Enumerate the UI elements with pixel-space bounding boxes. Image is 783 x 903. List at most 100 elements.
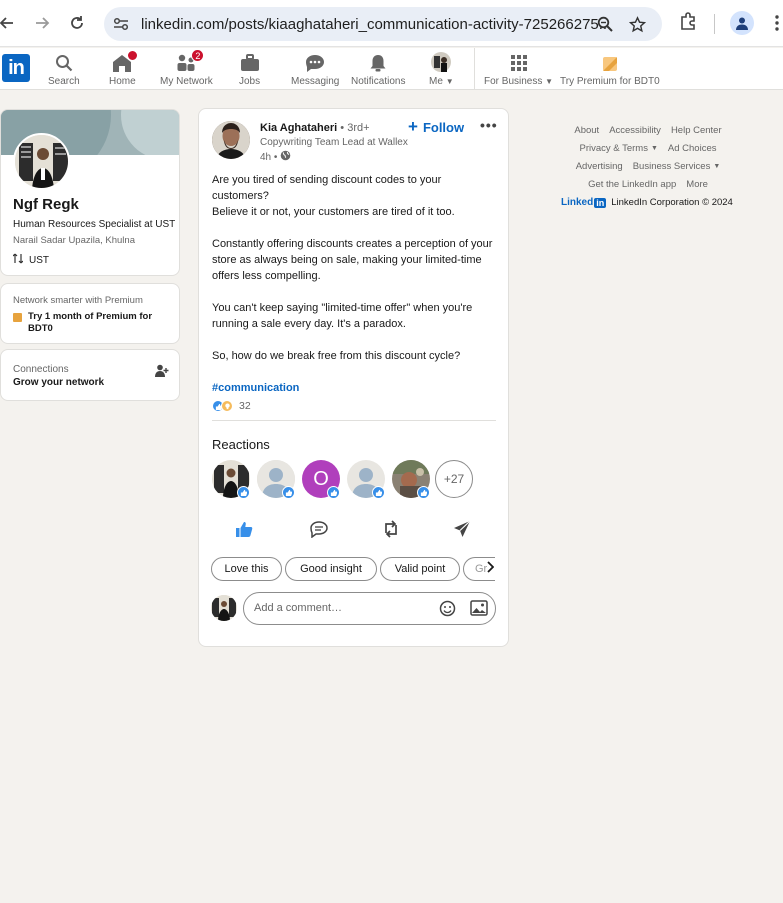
zoom-icon[interactable] (595, 14, 615, 34)
add-person-icon[interactable] (155, 364, 169, 383)
me-label: Me (429, 76, 443, 87)
chevron-right-icon[interactable] (487, 561, 495, 576)
footer-link-accessibility[interactable]: Accessibility (609, 125, 661, 136)
profile-icon[interactable] (730, 11, 754, 35)
footer-link-ad-choices[interactable]: Ad Choices (668, 143, 717, 154)
premium-link[interactable]: Try 1 month of Premium for BDT0 (13, 311, 173, 335)
chevron-down-icon: ▼ (545, 77, 554, 86)
suggestion-chip[interactable]: Love this (211, 557, 282, 581)
messaging-icon (305, 52, 325, 72)
avatar (431, 52, 452, 72)
profile-organization[interactable]: UST (12, 253, 49, 267)
comment-placeholder: Add a comment… (254, 602, 343, 614)
network-badge: 2 (191, 49, 205, 62)
bell-icon (369, 52, 387, 72)
suggestion-chip[interactable]: Good insight (285, 557, 377, 581)
nav-divider (474, 48, 475, 90)
reactions-heading: Reactions (212, 437, 270, 452)
like-reaction-icon (327, 486, 340, 499)
reaction-summary[interactable]: 32 (212, 400, 251, 412)
for-business-label: For Business (484, 76, 543, 87)
nav-jobs[interactable]: Jobs (239, 52, 260, 87)
profile-avatar[interactable] (13, 133, 70, 190)
footer-link-advertising[interactable]: Advertising (576, 161, 623, 172)
post-text: Are you tired of sending discount codes … (212, 172, 497, 412)
extensions-icon[interactable] (679, 12, 697, 35)
address-bar[interactable]: linkedin.com/posts/kiaaghataheri_communi… (104, 7, 662, 41)
premium-header: Network smarter with Premium (13, 295, 143, 306)
nav-try-premium[interactable]: Try Premium for BDT0 (560, 52, 660, 87)
url-text[interactable]: linkedin.com/posts/kiaaghataheri_communi… (141, 16, 611, 33)
footer-link-about[interactable]: About (574, 125, 599, 136)
privacy-terms-label: Privacy & Terms (579, 143, 648, 154)
like-reaction-icon (282, 486, 295, 499)
footer-link-help-center[interactable]: Help Center (671, 125, 722, 136)
suggestion-chip[interactable]: Valid point (380, 557, 460, 581)
connection-degree: • 3rd+ (340, 122, 370, 134)
search-icon (55, 52, 73, 72)
premium-icon (602, 52, 618, 72)
reaction-count: 32 (239, 400, 251, 412)
linkedin-wordmark-in: in (594, 197, 607, 208)
more-options-icon[interactable]: ••• (480, 117, 498, 133)
hashtag-link[interactable]: #communication (212, 382, 299, 394)
business-services-label: Business Services (632, 161, 711, 172)
nav-me[interactable]: Me ▼ (429, 52, 454, 87)
nav-messaging[interactable]: Messaging (291, 52, 339, 87)
nav-label: Messaging (291, 76, 340, 87)
emoji-icon[interactable] (439, 600, 456, 622)
comment-icon[interactable] (308, 518, 330, 540)
home-icon (112, 50, 139, 72)
follow-button[interactable]: + Follow (408, 117, 464, 137)
post-timestamp: 4h • (260, 150, 291, 164)
reload-icon[interactable] (66, 12, 88, 34)
more-icon[interactable] (774, 14, 780, 37)
nav-label: Notifications (351, 76, 406, 87)
footer-link-business-services[interactable]: Business Services ▼ (633, 161, 721, 172)
site-settings-icon[interactable] (111, 14, 131, 34)
footer-brand: Linked in LinkedIn Corporation © 2024 (561, 197, 743, 208)
back-icon[interactable] (0, 12, 18, 34)
author-name[interactable]: Kia Aghataheri • 3rd+ (260, 122, 370, 134)
more-reactors-button[interactable]: +27 (435, 460, 473, 498)
profile-name[interactable]: Ngf Regk (13, 196, 79, 213)
author-avatar[interactable] (212, 121, 250, 159)
image-icon[interactable] (470, 600, 488, 621)
commenter-avatar (211, 595, 237, 621)
toolbar-divider (714, 14, 715, 34)
repost-icon[interactable] (380, 518, 402, 540)
send-icon[interactable] (451, 518, 473, 540)
post-paragraph: Are you tired of sending discount codes … (212, 174, 455, 218)
post-paragraph: So, how do we break free from this disco… (212, 350, 461, 362)
nav-my-network[interactable]: 2 My Network (160, 49, 213, 87)
footer-row: Privacy & Terms ▼ Ad Choices (553, 143, 743, 154)
chevron-down-icon: ▼ (650, 145, 658, 152)
author-headline: Copywriting Team Lead at Wallex (260, 137, 408, 148)
star-icon[interactable] (627, 14, 647, 34)
footer-row: Advertising Business Services ▼ (553, 161, 743, 172)
footer-link-more[interactable]: More (686, 179, 708, 190)
comment-input[interactable]: Add a comment… (243, 592, 496, 625)
globe-icon (280, 150, 291, 164)
footer-link-get-app[interactable]: Get the LinkedIn app (588, 179, 676, 190)
nav-for-business[interactable]: For Business ▼ (484, 52, 553, 87)
forward-icon[interactable] (31, 12, 53, 34)
plus-icon: + (408, 117, 418, 136)
premium-card[interactable]: Network smarter with Premium Try 1 month… (0, 283, 180, 344)
nav-search[interactable]: Search (48, 52, 80, 87)
cover-shape (121, 110, 179, 155)
linkedin-wordmark: Linked (561, 197, 594, 208)
briefcase-icon (240, 52, 260, 72)
chevron-down-icon: ▼ (445, 77, 454, 86)
profile-card[interactable]: Ngf Regk Human Resources Specialist at U… (0, 109, 180, 276)
nav-notifications[interactable]: Notifications (351, 52, 405, 87)
footer-link-privacy-terms[interactable]: Privacy & Terms ▼ (580, 143, 658, 154)
linkedin-logo[interactable]: in (2, 54, 30, 82)
like-reaction-icon (372, 486, 385, 499)
connections-header: Connections (13, 364, 69, 375)
like-icon[interactable] (233, 518, 255, 540)
nav-home[interactable]: Home (109, 50, 139, 87)
connections-card[interactable]: Connections Grow your network (0, 349, 180, 401)
footer-row: Get the LinkedIn app More (553, 179, 743, 190)
grid-icon (510, 52, 528, 72)
